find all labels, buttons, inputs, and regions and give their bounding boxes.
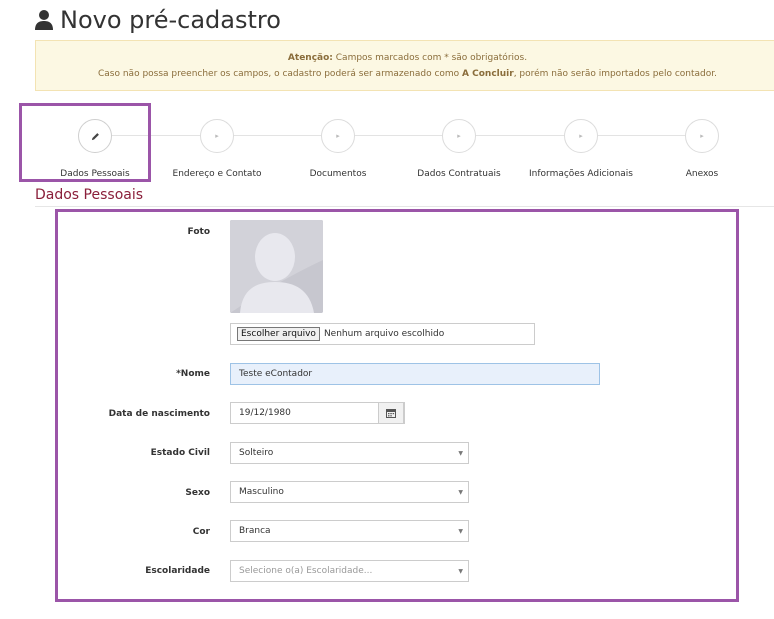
step-circle: ▸ bbox=[200, 119, 234, 153]
step-label: Informações Adicionais bbox=[529, 169, 633, 179]
alert-line1-text: Campos marcados com * são obrigatórios. bbox=[332, 53, 528, 63]
nome-value: Teste eContador bbox=[239, 369, 313, 379]
chevron-down-icon: ▼ bbox=[458, 568, 463, 575]
escolaridade-label: Escolaridade bbox=[145, 566, 210, 576]
step-label: Documentos bbox=[309, 169, 367, 179]
escolaridade-select[interactable]: Selecione o(a) Escolaridade... ▼ bbox=[230, 560, 469, 582]
alert-line2-post: , porém não serão importados pelo contad… bbox=[513, 69, 717, 79]
wizard-step-documentos[interactable]: ▸ Documentos bbox=[278, 119, 398, 179]
cor-label: Cor bbox=[192, 527, 210, 537]
alert-line-2: Caso não possa preencher os campos, o ca… bbox=[36, 69, 774, 79]
step-circle: ▸ bbox=[685, 119, 719, 153]
wizard-step-endereco[interactable]: ▸ Endereço e Contato bbox=[157, 119, 277, 179]
chevron-right-icon: ▸ bbox=[336, 132, 340, 140]
nome-label: *Nome bbox=[176, 369, 210, 379]
sexo-value: Masculino bbox=[239, 487, 284, 497]
section-divider bbox=[35, 206, 774, 207]
section-title: Dados Pessoais bbox=[35, 187, 144, 203]
step-label: Endereço e Contato bbox=[172, 169, 262, 179]
estado-civil-select[interactable]: Solteiro ▼ bbox=[230, 442, 469, 464]
page-title: Novo pré-cadastro bbox=[34, 4, 281, 36]
escolaridade-placeholder: Selecione o(a) Escolaridade... bbox=[239, 566, 373, 576]
wizard-step-anexos[interactable]: ▸ Anexos bbox=[642, 119, 762, 179]
sexo-select[interactable]: Masculino ▼ bbox=[230, 481, 469, 503]
file-status: Nenhum arquivo escolhido bbox=[323, 329, 445, 339]
active-step-highlight bbox=[19, 103, 151, 182]
nascimento-input[interactable]: 19/12/1980 bbox=[230, 402, 405, 424]
estado-civil-value: Solteiro bbox=[239, 448, 274, 458]
estado-civil-label: Estado Civil bbox=[150, 448, 210, 458]
nome-input[interactable]: Teste eContador bbox=[230, 363, 600, 385]
chevron-down-icon: ▼ bbox=[458, 528, 463, 535]
nascimento-label: Data de nascimento bbox=[108, 409, 210, 419]
alert-line2-strong: A Concluir bbox=[462, 69, 514, 79]
step-circle: ▸ bbox=[564, 119, 598, 153]
date-picker-button[interactable] bbox=[378, 402, 404, 424]
chevron-right-icon: ▸ bbox=[215, 132, 219, 140]
sexo-label: Sexo bbox=[185, 488, 210, 498]
required-fields-alert: Atenção: Campos marcados com * são obrig… bbox=[35, 40, 774, 91]
chevron-right-icon: ▸ bbox=[579, 132, 583, 140]
choose-file-button[interactable]: Escolher arquivo bbox=[237, 327, 320, 341]
nascimento-value: 19/12/1980 bbox=[239, 408, 291, 418]
step-label: Dados Contratuais bbox=[417, 169, 501, 179]
foto-label: Foto bbox=[187, 227, 210, 237]
alert-strong: Atenção: bbox=[287, 53, 333, 63]
alert-line2-pre: Caso não possa preencher os campos, o ca… bbox=[98, 69, 463, 79]
alert-line-1: Atenção: Campos marcados com * são obrig… bbox=[36, 53, 774, 63]
avatar-placeholder bbox=[230, 220, 323, 313]
step-label: Anexos bbox=[685, 169, 719, 179]
step-circle: ▸ bbox=[321, 119, 355, 153]
cor-value: Branca bbox=[239, 526, 271, 536]
chevron-down-icon: ▼ bbox=[458, 489, 463, 496]
wizard-step-dados-contratuais[interactable]: ▸ Dados Contratuais bbox=[399, 119, 519, 179]
chevron-right-icon: ▸ bbox=[700, 132, 704, 140]
wizard-step-informacoes-adicionais[interactable]: ▸ Informações Adicionais bbox=[521, 119, 641, 179]
chevron-right-icon: ▸ bbox=[457, 132, 461, 140]
page-title-text: Novo pré-cadastro bbox=[60, 6, 281, 34]
person-silhouette-icon bbox=[230, 220, 323, 313]
cor-select[interactable]: Branca ▼ bbox=[230, 520, 469, 542]
user-icon bbox=[35, 10, 53, 30]
step-circle: ▸ bbox=[442, 119, 476, 153]
photo-file-input[interactable]: Escolher arquivo Nenhum arquivo escolhid… bbox=[230, 323, 535, 345]
calendar-icon bbox=[386, 409, 396, 418]
chevron-down-icon: ▼ bbox=[458, 450, 463, 457]
